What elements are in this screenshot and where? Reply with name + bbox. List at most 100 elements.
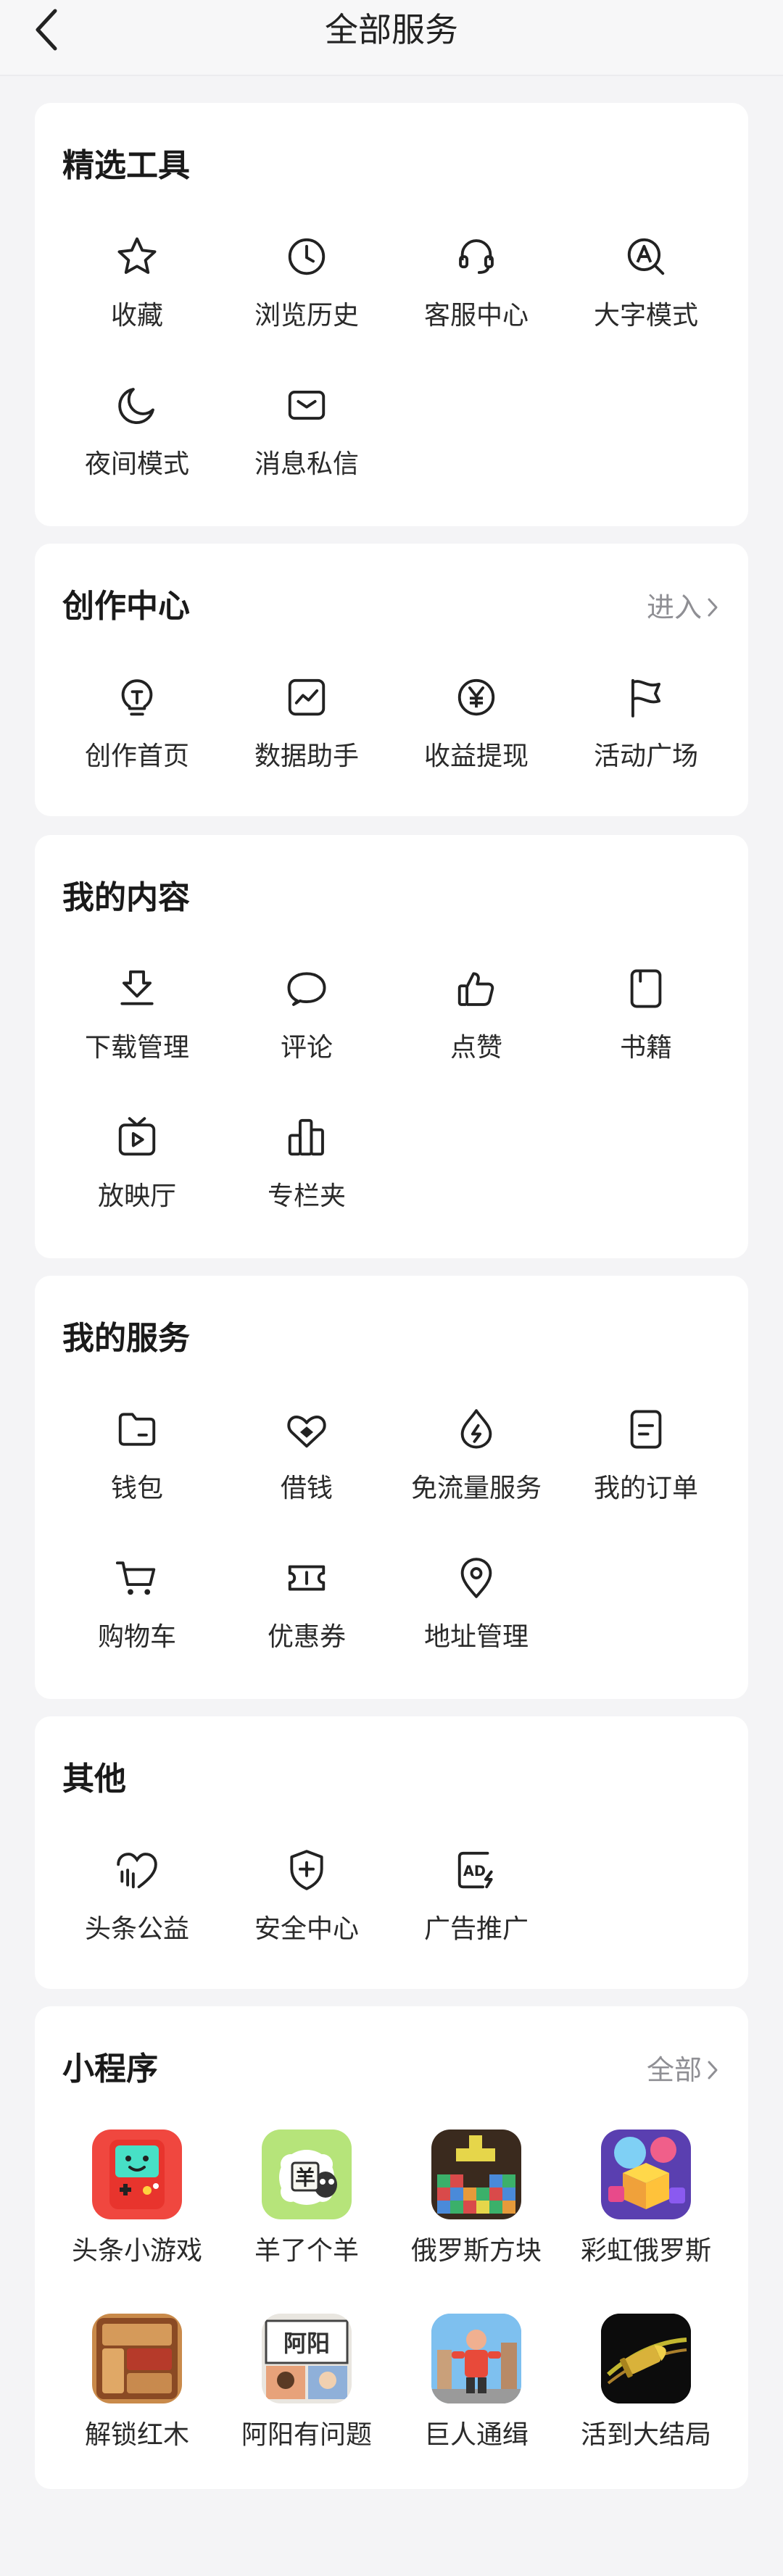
service-label: 优惠券 [267, 1622, 346, 1652]
creation-events[interactable]: 活动广场 [561, 665, 731, 814]
miniapp-toutiao-games[interactable]: 头条小游戏 [52, 2130, 222, 2314]
miniapp-unlock-redwood[interactable]: 解锁红木 [52, 2314, 222, 2498]
game-console-app-icon [92, 2130, 182, 2219]
service-label: 我的订单 [593, 1474, 698, 1503]
creation-home[interactable]: 创作首页 [52, 665, 222, 814]
creation-label: 数据助手 [254, 741, 359, 771]
section-title: 小程序 [62, 2051, 158, 2087]
tool-customer-service[interactable]: 客服中心 [392, 225, 561, 373]
other-security[interactable]: 安全中心 [222, 1838, 392, 1987]
other-ads[interactable]: AD 广告推广 [392, 1838, 561, 1987]
service-label: 钱包 [110, 1474, 163, 1503]
other-label: 头条公益 [84, 1914, 189, 1944]
section-services: 我的服务 钱包 借钱 免流量服务 我的订单 购物车 优惠券 地址管理 [35, 1276, 748, 1699]
content-label: 点赞 [450, 1033, 502, 1063]
other-label: 广告推广 [423, 1914, 529, 1944]
service-wallet[interactable]: 钱包 [52, 1397, 222, 1546]
sheep-app-icon: 羊 [262, 2130, 352, 2219]
chevron-right-icon [708, 2061, 718, 2080]
tv-icon [114, 1114, 160, 1160]
miniapp-label: 头条小游戏 [71, 2236, 202, 2266]
star-icon [114, 233, 160, 280]
folder-icon [114, 1406, 160, 1453]
miniapp-survive-ending[interactable]: 活到大结局 [561, 2314, 731, 2498]
service-loan[interactable]: 借钱 [222, 1397, 392, 1546]
section-creation: 创作中心 进入 创作首页 数据助手 收益提现 活动广场 [35, 544, 748, 816]
svg-text:阿阳: 阿阳 [283, 2330, 330, 2357]
service-label: 免流量服务 [410, 1474, 542, 1503]
tool-label: 收藏 [110, 301, 163, 331]
book-icon [623, 965, 669, 1012]
magnifier-a-icon [623, 233, 669, 280]
tool-label: 夜间模式 [84, 449, 189, 479]
bulb-icon [114, 674, 160, 720]
drop-bolt-icon [453, 1406, 500, 1453]
yen-icon [453, 674, 500, 720]
section-title: 精选工具 [62, 147, 190, 184]
miniapp-giant-wanted[interactable]: 巨人通缉 [392, 2314, 561, 2498]
creation-withdraw[interactable]: 收益提现 [392, 665, 561, 814]
moon-icon [114, 382, 160, 428]
comic-app-icon: 阿阳 [262, 2314, 352, 2403]
service-cart[interactable]: 购物车 [52, 1546, 222, 1695]
section-content: 我的内容 下载管理 评论 点赞 书籍 放映厅 专栏夹 [35, 835, 748, 1258]
creation-label: 创作首页 [84, 741, 189, 771]
content-label: 放映厅 [97, 1181, 176, 1211]
service-label: 借钱 [280, 1474, 333, 1503]
section-tools: 精选工具 收藏 浏览历史 客服中心 大字模式 夜间模式 消息私信 [35, 103, 748, 526]
ad-icon: AD [453, 1847, 500, 1893]
miniapp-label: 活到大结局 [580, 2420, 711, 2450]
giant-app-icon [431, 2314, 521, 2403]
order-icon [623, 1406, 669, 1453]
top-navbar: 全部服务 [0, 0, 783, 76]
miniapp-rainbow-tetris[interactable]: 彩虹俄罗斯 [561, 2130, 731, 2314]
location-pin-icon [453, 1555, 500, 1601]
miniapp-label: 解锁红木 [84, 2420, 189, 2450]
other-charity[interactable]: 头条公益 [52, 1838, 222, 1987]
tool-history[interactable]: 浏览历史 [222, 225, 392, 373]
service-address[interactable]: 地址管理 [392, 1546, 561, 1695]
bar-chart-icon [283, 1114, 330, 1160]
content-books[interactable]: 书籍 [561, 957, 731, 1105]
content-comments[interactable]: 评论 [222, 957, 392, 1105]
miniapp-label: 羊了个羊 [254, 2236, 359, 2266]
creation-data-assistant[interactable]: 数据助手 [222, 665, 392, 814]
service-label: 地址管理 [423, 1622, 529, 1652]
download-icon [114, 965, 160, 1012]
rainbow-blocks-app-icon [601, 2130, 691, 2219]
other-label: 安全中心 [254, 1914, 359, 1944]
tool-label: 大字模式 [593, 301, 698, 331]
tool-messages[interactable]: 消息私信 [222, 373, 392, 522]
service-free-data[interactable]: 免流量服务 [392, 1397, 561, 1546]
content-downloads[interactable]: 下载管理 [52, 957, 222, 1105]
content-likes[interactable]: 点赞 [392, 957, 561, 1105]
comment-icon [283, 965, 330, 1012]
content-screening-hall[interactable]: 放映厅 [52, 1105, 222, 1254]
enter-link-label: 进入 [646, 591, 702, 623]
all-link-label: 全部 [646, 2054, 702, 2086]
service-orders[interactable]: 我的订单 [561, 1397, 731, 1546]
cart-icon [114, 1555, 160, 1601]
tool-large-font[interactable]: 大字模式 [561, 225, 731, 373]
svg-text:AD: AD [463, 1863, 486, 1879]
all-miniapps-link[interactable]: 全部 [647, 2053, 719, 2087]
chart-icon [283, 674, 330, 720]
section-title: 其他 [62, 1761, 126, 1798]
content-column-folder[interactable]: 专栏夹 [222, 1105, 392, 1254]
miniapp-tetris[interactable]: 俄罗斯方块 [392, 2130, 561, 2314]
section-title: 我的服务 [62, 1320, 190, 1357]
miniapp-ayang-question[interactable]: 阿阳 阿阳有问题 [222, 2314, 392, 2498]
section-title: 我的内容 [62, 879, 190, 916]
tool-label: 消息私信 [254, 449, 359, 479]
miniapp-sheep[interactable]: 羊 羊了个羊 [222, 2130, 392, 2314]
creation-label: 收益提现 [423, 741, 529, 771]
creation-label: 活动广场 [593, 741, 698, 771]
headset-icon [453, 233, 500, 280]
enter-link[interactable]: 进入 [647, 590, 719, 625]
miniapp-label: 俄罗斯方块 [410, 2236, 542, 2266]
chevron-right-icon [708, 598, 718, 617]
service-coupons[interactable]: 优惠券 [222, 1546, 392, 1695]
bullet-app-icon [601, 2314, 691, 2403]
tool-night-mode[interactable]: 夜间模式 [52, 373, 222, 522]
tool-favorites[interactable]: 收藏 [52, 225, 222, 373]
